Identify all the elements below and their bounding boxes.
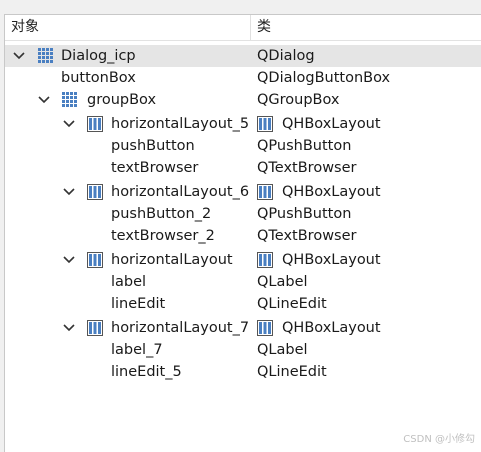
tree-row[interactable]: textBrowser_2 QTextBrowser: [5, 225, 481, 247]
hbox-layout-icon: [257, 116, 273, 132]
tree-row[interactable]: lineEdit_5 QLineEdit: [5, 361, 481, 383]
class-name: QTextBrowser: [257, 228, 357, 244]
hbox-layout-icon: [87, 184, 103, 200]
chevron-down-icon[interactable]: [63, 181, 75, 203]
tree-row[interactable]: groupBox QGroupBox: [5, 89, 481, 111]
tree-row[interactable]: lineEdit QLineEdit: [5, 293, 481, 315]
tree-row[interactable]: horizontalLayout QHBoxLayout: [5, 249, 481, 271]
class-name: QLabel: [257, 274, 308, 290]
object-name: textBrowser_2: [111, 228, 215, 244]
object-name: lineEdit_5: [111, 364, 182, 380]
object-name: horizontalLayout_6: [111, 184, 250, 200]
column-divider[interactable]: [250, 15, 251, 40]
hbox-layout-icon: [87, 116, 103, 132]
object-name: label_7: [111, 342, 163, 358]
object-name: horizontalLayout_5: [111, 116, 250, 132]
chevron-down-icon[interactable]: [63, 249, 75, 271]
tree-row[interactable]: pushButton QPushButton: [5, 135, 481, 157]
object-name: label: [111, 274, 147, 290]
class-name: QTextBrowser: [257, 160, 357, 176]
class-name: QHBoxLayout: [282, 320, 381, 336]
tree-header: 对象 类: [5, 15, 481, 41]
class-name: QHBoxLayout: [282, 184, 381, 200]
class-name: QPushButton: [257, 138, 352, 154]
class-name: QHBoxLayout: [282, 116, 381, 132]
tree-row[interactable]: horizontalLayout_5 QHBoxLayout: [5, 113, 481, 135]
watermark: CSDN @小修勾: [403, 434, 475, 445]
object-name: horizontalLayout_7: [111, 320, 250, 336]
object-name: pushButton: [111, 138, 195, 154]
object-name: Dialog_icp: [61, 48, 136, 64]
grid-layout-icon: [62, 92, 78, 108]
hbox-layout-icon: [87, 252, 103, 268]
column-header-class[interactable]: 类: [257, 15, 271, 40]
class-name: QDialog: [257, 48, 315, 64]
hbox-layout-icon: [257, 184, 273, 200]
tree-row[interactable]: label QLabel: [5, 271, 481, 293]
object-name: buttonBox: [61, 70, 136, 86]
tree-row[interactable]: textBrowser QTextBrowser: [5, 157, 481, 179]
tree-row[interactable]: Dialog_icp QDialog: [5, 45, 481, 67]
class-name: QLineEdit: [257, 296, 327, 312]
class-name: QLineEdit: [257, 364, 327, 380]
chevron-down-icon[interactable]: [13, 45, 25, 67]
class-name: QHBoxLayout: [282, 252, 381, 268]
tree-row[interactable]: label_7 QLabel: [5, 339, 481, 361]
tree-row[interactable]: pushButton_2 QPushButton: [5, 203, 481, 225]
column-header-object[interactable]: 对象: [11, 15, 39, 40]
tree-row[interactable]: horizontalLayout_7 QHBoxLayout: [5, 317, 481, 339]
chevron-down-icon[interactable]: [63, 113, 75, 135]
object-name: lineEdit: [111, 296, 166, 312]
hbox-layout-icon: [257, 252, 273, 268]
tree-row[interactable]: horizontalLayout_6 QHBoxLayout: [5, 181, 481, 203]
object-name: textBrowser: [111, 160, 199, 176]
class-name: QGroupBox: [257, 92, 340, 108]
tree-row[interactable]: buttonBox QDialogButtonBox: [5, 67, 481, 89]
chevron-down-icon[interactable]: [63, 317, 75, 339]
object-name: pushButton_2: [111, 206, 212, 222]
hbox-layout-icon: [257, 320, 273, 336]
class-name: QLabel: [257, 342, 308, 358]
object-name: horizontalLayout: [111, 252, 233, 268]
class-name: QDialogButtonBox: [257, 70, 391, 86]
class-name: QPushButton: [257, 206, 352, 222]
hbox-layout-icon: [87, 320, 103, 336]
grid-layout-icon: [38, 48, 54, 64]
chevron-down-icon[interactable]: [38, 89, 50, 111]
object-inspector-panel: 对象 类 Dialog_icp QDialog buttonBox QDialogBu…: [4, 14, 481, 452]
object-name: groupBox: [87, 92, 157, 108]
